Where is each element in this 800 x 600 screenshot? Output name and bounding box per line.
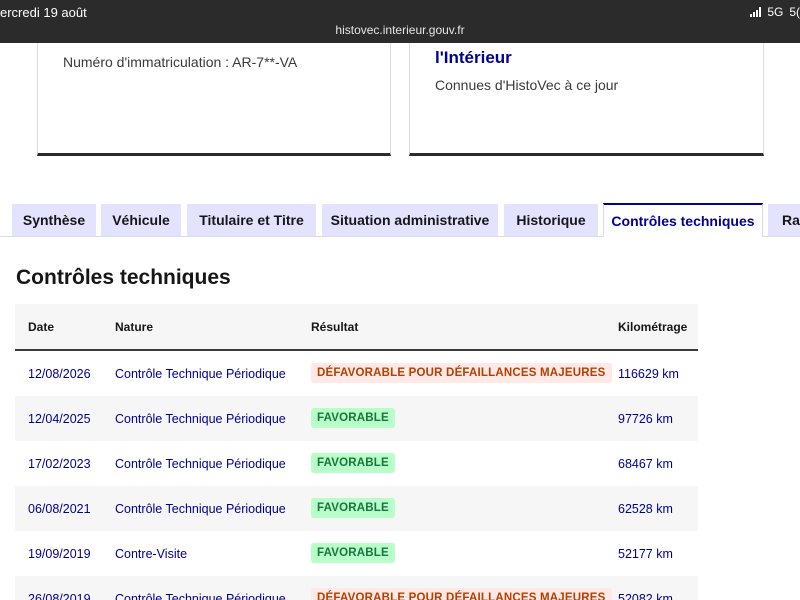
signal-strength-icon bbox=[750, 7, 762, 17]
table-row: 17/02/2023 Contrôle Technique Périodique… bbox=[15, 441, 698, 486]
controles-table: Date Nature Résultat Kilométrage 12/08/2… bbox=[15, 304, 698, 600]
card-title: l'Intérieur bbox=[435, 48, 512, 67]
row-date: 06/08/2021 bbox=[28, 502, 91, 516]
result-badge: DÉFAVORABLE POUR DÉFAILLANCES MAJEURES bbox=[311, 363, 612, 383]
table-row: 12/08/2026 Contrôle Technique Périodique… bbox=[15, 351, 698, 396]
tab-situation-administrative[interactable]: Situation administrative bbox=[322, 204, 498, 236]
row-nature: Contrôle Technique Périodique bbox=[115, 367, 286, 381]
page-title: Contrôles techniques bbox=[16, 266, 231, 289]
row-nature: Contrôle Technique Périodique bbox=[115, 412, 286, 426]
column-header-km: Kilométrage bbox=[618, 320, 688, 334]
row-nature: Contrôle Technique Périodique bbox=[115, 457, 286, 471]
row-nature: Contrôle Technique Périodique bbox=[115, 592, 286, 600]
status-indicators: 5G 5( bbox=[750, 5, 800, 19]
card-subtitle: Connues d'HistoVec à ce jour bbox=[435, 77, 619, 93]
tab-synthese[interactable]: Synthèse bbox=[12, 204, 96, 236]
row-nature: Contrôle Technique Périodique bbox=[115, 502, 286, 516]
column-header-date: Date bbox=[28, 320, 55, 334]
table-row: 12/04/2025 Contrôle Technique Périodique… bbox=[15, 396, 698, 441]
result-badge: FAVORABLE bbox=[311, 408, 395, 428]
network-label: 5G bbox=[767, 5, 784, 19]
result-badge: FAVORABLE bbox=[311, 498, 395, 518]
tab-rapport[interactable]: Rap bbox=[768, 204, 800, 236]
network-label-cut: 5( bbox=[789, 5, 800, 19]
row-date: 19/09/2019 bbox=[28, 547, 91, 561]
row-km: 52082 km bbox=[618, 592, 673, 600]
row-date: 12/04/2025 bbox=[28, 412, 91, 426]
row-km: 52177 km bbox=[618, 547, 673, 561]
plate-number: Numéro d'immatriculation : AR-7**-VA bbox=[63, 54, 298, 70]
row-km: 97726 km bbox=[618, 412, 673, 426]
ministry-card: l'Intérieur Connues d'HistoVec à ce jour bbox=[409, 43, 764, 156]
column-header-nature: Nature bbox=[115, 320, 154, 334]
row-km: 68467 km bbox=[618, 457, 673, 471]
row-km: 116629 km bbox=[618, 367, 679, 381]
browser-top-bar: ercredi 19 août 5G 5( histovec.interieur… bbox=[0, 0, 800, 43]
table-row: 19/09/2019 Contre-Visite FAVORABLE 52177… bbox=[15, 531, 698, 576]
tab-controles-techniques[interactable]: Contrôles techniques bbox=[603, 203, 763, 237]
row-km: 62528 km bbox=[618, 502, 673, 516]
result-badge: FAVORABLE bbox=[311, 453, 395, 473]
row-date: 12/08/2026 bbox=[28, 367, 91, 381]
result-badge: FAVORABLE bbox=[311, 543, 395, 563]
plate-card: Numéro d'immatriculation : AR-7**-VA bbox=[37, 43, 391, 156]
tab-vehicule[interactable]: Véhicule bbox=[101, 204, 181, 236]
table-row: 26/08/2019 Contrôle Technique Périodique… bbox=[15, 576, 698, 600]
table-row: 06/08/2021 Contrôle Technique Périodique… bbox=[15, 486, 698, 531]
result-badge: DÉFAVORABLE POUR DÉFAILLANCES MAJEURES bbox=[311, 588, 612, 600]
tab-titulaire[interactable]: Titulaire et Titre bbox=[187, 204, 316, 236]
tab-bar: Synthèse Véhicule Titulaire et Titre Sit… bbox=[0, 203, 800, 237]
table-header: Date Nature Résultat Kilométrage bbox=[15, 304, 698, 351]
row-nature: Contre-Visite bbox=[115, 547, 188, 561]
address-bar[interactable]: histovec.interieur.gouv.fr bbox=[0, 23, 800, 37]
tab-historique[interactable]: Historique bbox=[504, 204, 598, 236]
status-time: ercredi 19 août bbox=[0, 5, 87, 20]
row-date: 26/08/2019 bbox=[28, 592, 91, 600]
row-date: 17/02/2023 bbox=[28, 457, 91, 471]
column-header-result: Résultat bbox=[311, 320, 359, 334]
